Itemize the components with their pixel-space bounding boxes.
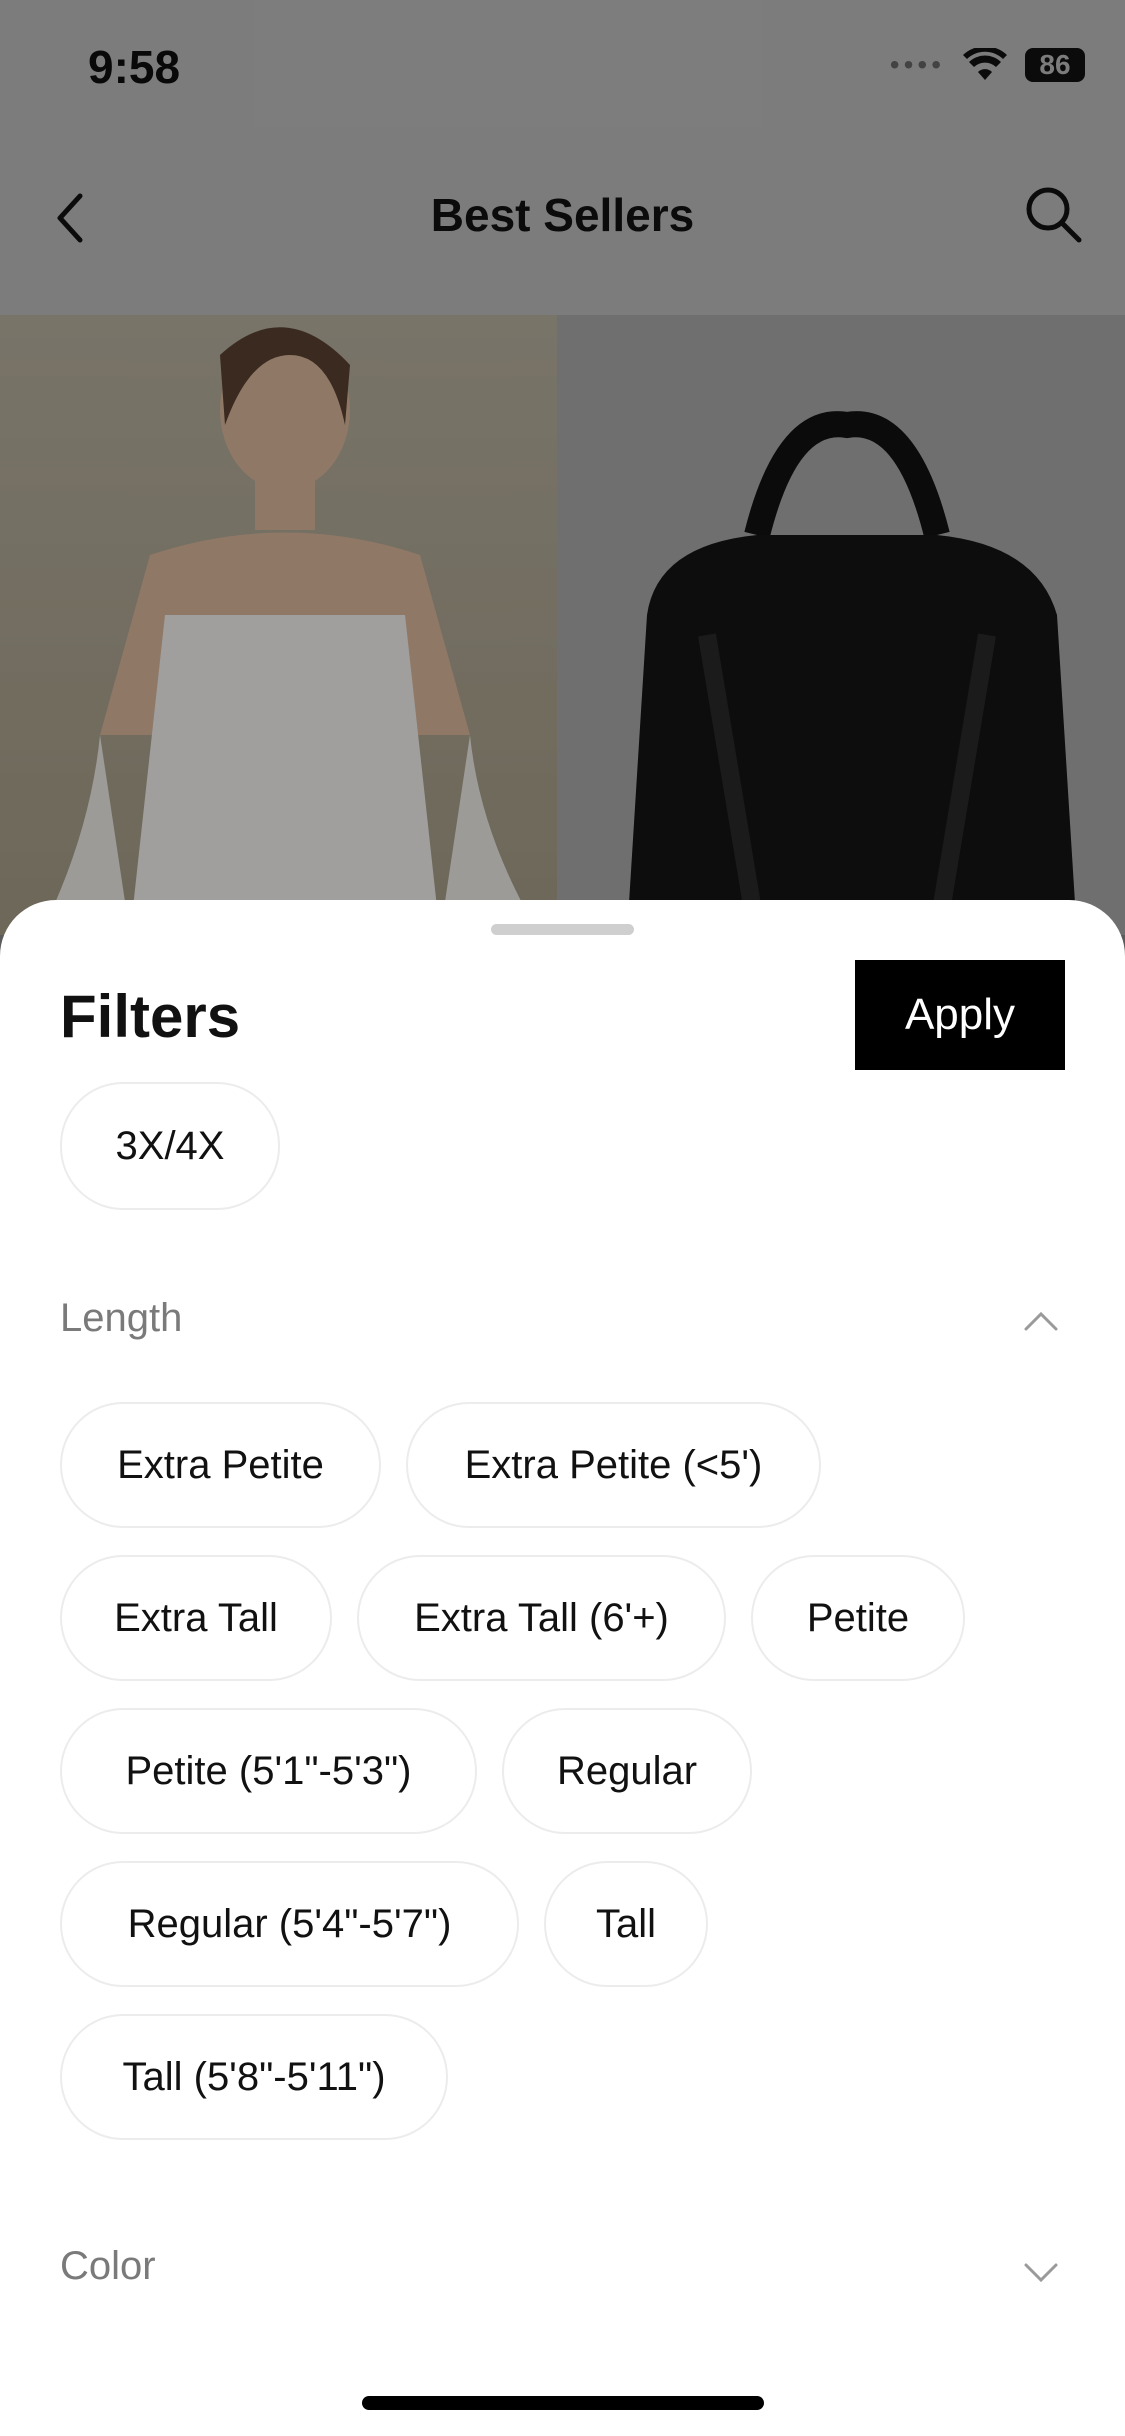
length-chip[interactable]: Tall [544, 1861, 708, 1987]
home-indicator [362, 2396, 764, 2410]
sheet-grabber[interactable] [491, 924, 634, 935]
length-chip[interactable]: Extra Tall (6'+) [357, 1555, 726, 1681]
length-chip[interactable]: Extra Tall [60, 1555, 332, 1681]
chevron-up-icon[interactable] [1023, 1310, 1059, 1332]
length-chip[interactable]: Tall (5'8"-5'11") [60, 2014, 448, 2140]
length-chip[interactable]: Petite (5'1"-5'3") [60, 1708, 477, 1834]
length-chip[interactable]: Regular [502, 1708, 752, 1834]
filters-sheet: Filters Apply 3X/4X Length Extra Petite … [0, 900, 1125, 2436]
section-label-color: Color [60, 2244, 156, 2288]
length-chip[interactable]: Regular (5'4"-5'7") [60, 1861, 519, 1987]
section-label-length: Length [60, 1296, 183, 1340]
sheet-title: Filters [60, 983, 241, 1050]
length-chip[interactable]: Extra Petite (<5') [406, 1402, 821, 1528]
chevron-down-icon[interactable] [1023, 2262, 1059, 2284]
length-chip[interactable]: Petite [751, 1555, 965, 1681]
length-chip[interactable]: Extra Petite [60, 1402, 381, 1528]
filter-chip[interactable]: 3X/4X [60, 1082, 280, 1210]
apply-button[interactable]: Apply [855, 960, 1065, 1070]
